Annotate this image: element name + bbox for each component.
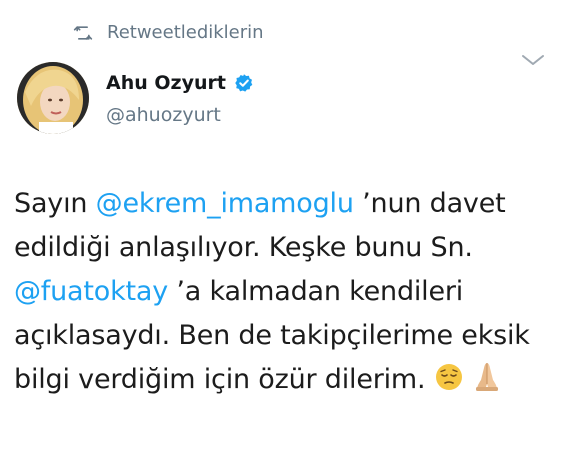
author-handle[interactable]: @ahuozyurt [106,104,221,126]
tweet-text-segment: ’a kalmadan kendileri [168,276,464,307]
author-name-row: Ahu Ozyurt [106,72,254,94]
tweet-text-segment: Sayın [14,188,96,219]
retweet-label[interactable]: Retweetlediklerin [107,22,264,43]
mention-link[interactable]: @ekrem_imamoglu [96,188,354,219]
tweet-text-segment: ’nun davet [353,188,506,219]
tweet-text: Sayın @ekrem_imamoglu ’nun davet edildiğ… [14,182,554,406]
tweet-line-3: @fuatoktay ’a kalmadan kendileri [14,270,554,314]
chevron-down-icon[interactable] [520,52,546,68]
folded-hands-emoji [472,360,502,406]
profile-avatar[interactable] [17,62,89,134]
tweet-line-1: Sayın @ekrem_imamoglu ’nun davet [14,182,554,226]
tweet-line-2: edildiği anlaşılıyor. Keşke bunu Sn. [14,232,473,263]
author-name[interactable]: Ahu Ozyurt [106,72,226,94]
pensive-face-emoji [434,362,464,406]
tweet-line-5: bilgi verdiğim için özür dilerim. [14,358,554,406]
retweet-indicator: Retweetlediklerin [73,22,264,43]
verified-badge-icon [234,73,254,93]
retweet-icon [73,23,93,43]
tweet-text-segment: bilgi verdiğim için özür dilerim. [14,364,426,395]
tweet-line-4: açıklasaydı. Ben de takipçilerime eksik [14,320,530,351]
mention-link[interactable]: @fuatoktay [14,276,168,307]
